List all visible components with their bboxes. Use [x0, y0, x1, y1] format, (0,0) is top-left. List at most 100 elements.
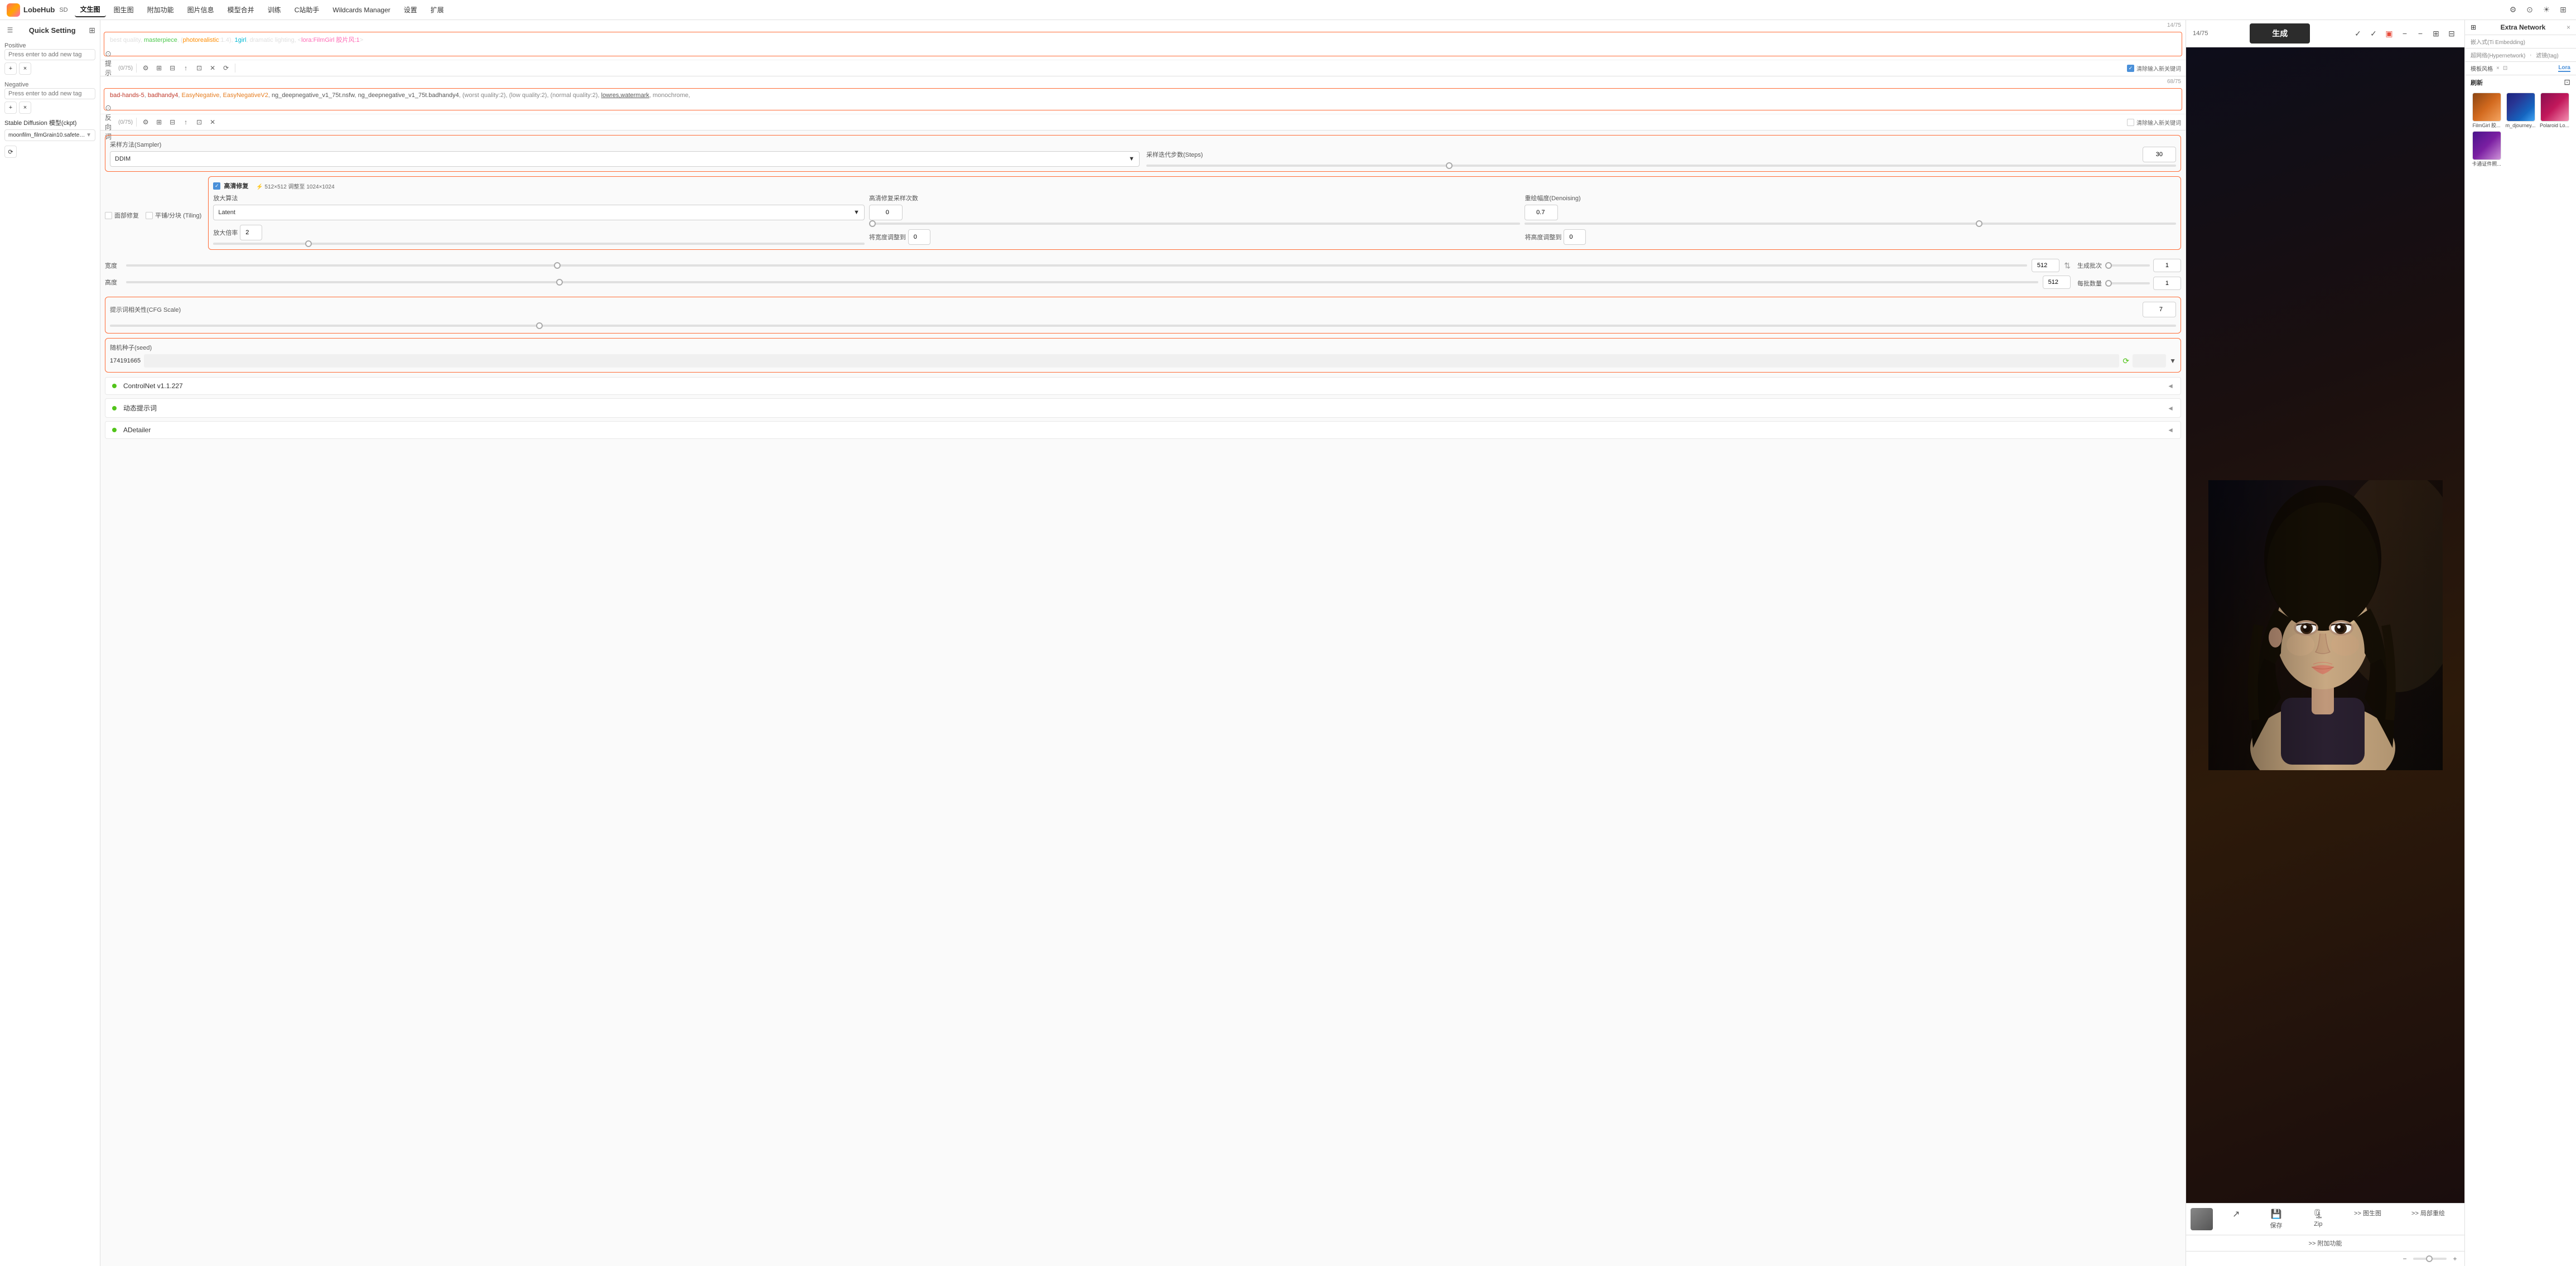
toolbar-icon-6[interactable]: ✕ — [207, 62, 218, 74]
toolbar-icon-5[interactable]: ⊡ — [194, 62, 205, 74]
toolbar-icon-2[interactable]: ⊞ — [153, 62, 165, 74]
action-save[interactable]: 💾 保存 — [2270, 1209, 2283, 1230]
negative-prompt-box[interactable]: bad-hands-5, badhandy4, EasyNegative, Ea… — [104, 88, 2182, 110]
thumbnail[interactable] — [2191, 1208, 2213, 1230]
refresh-icon[interactable]: ⊡ — [2564, 78, 2570, 87]
steps-input[interactable] — [2143, 147, 2176, 162]
pos-btn-2[interactable]: × — [19, 62, 31, 75]
gen-icon-4[interactable]: − — [2399, 27, 2411, 40]
extra-features-btn[interactable]: >> 附加功能 — [2309, 1239, 2342, 1248]
denoising-slider[interactable] — [1525, 223, 2176, 225]
hires-checkbox[interactable] — [213, 182, 220, 190]
nav-settings[interactable]: 设置 — [398, 3, 423, 17]
nav-text2img[interactable]: 文生图 — [75, 2, 106, 17]
scale-slider[interactable] — [213, 243, 865, 245]
neg-clear-input-btn[interactable]: 清除输入新关键词 — [2136, 118, 2181, 127]
model-select[interactable]: moonfilm_filmGrain10.safetens... ▼ — [4, 129, 95, 141]
action-inpaint[interactable]: >> 局部重绘 — [2411, 1209, 2445, 1230]
lora-item-2[interactable]: m_djourney... — [2505, 93, 2536, 129]
nav-merge[interactable]: 模型合并 — [222, 3, 260, 17]
model-refresh-btn[interactable]: ⟳ — [4, 146, 17, 158]
gen-icon-3[interactable]: ▣ — [2383, 27, 2395, 40]
generate-button[interactable]: 生成 — [2250, 23, 2310, 44]
zoom-in-btn[interactable]: + — [2450, 1254, 2460, 1264]
height-input[interactable] — [2043, 276, 2071, 289]
upscaler-select[interactable]: Latent ▼ — [213, 205, 865, 220]
cfg-slider[interactable] — [110, 325, 2176, 327]
en-close-btn[interactable]: × — [2567, 23, 2570, 31]
tag-tab[interactable]: 滤镜(tag) — [2536, 51, 2559, 59]
batch-size-input[interactable] — [2153, 277, 2181, 290]
adetailer-header[interactable]: ADetailer ◄ — [105, 422, 2181, 438]
neg-toolbar-icon-3[interactable]: ⊟ — [167, 117, 178, 128]
lora-item-3[interactable]: Polaroid Lo... — [2539, 93, 2570, 129]
nav-extra[interactable]: 附加功能 — [142, 3, 180, 17]
toolbar-icon-4[interactable]: ↑ — [180, 62, 191, 74]
nav-civitai[interactable]: C站助手 — [289, 3, 325, 17]
neg-toolbar-icon-2[interactable]: ⊞ — [153, 117, 165, 128]
filter-icon[interactable]: ⊡ — [2503, 65, 2507, 71]
height-slider[interactable] — [126, 281, 2038, 283]
lora-item-1[interactable]: FilmGirl 胶... — [2471, 93, 2502, 129]
denoising-input[interactable] — [1525, 205, 1558, 220]
gen-icon-7[interactable]: ⊟ — [2445, 27, 2458, 40]
positive-prompt-box[interactable]: best quality, masterpiece, (photorealist… — [104, 32, 2182, 56]
positive-tag-input[interactable] — [4, 49, 95, 60]
action-zip[interactable]: 🗜 Zip — [2313, 1209, 2324, 1230]
lora-item-4[interactable]: 卡通证件照... — [2471, 131, 2502, 167]
neg-toolbar-icon-6[interactable]: ✕ — [207, 117, 218, 128]
batch-size-slider[interactable] — [2105, 282, 2150, 284]
hires-steps-input[interactable] — [869, 205, 903, 220]
controlnet-header[interactable]: ControlNet v1.1.227 ◄ — [105, 378, 2181, 394]
nav-wildcards[interactable]: Wildcards Manager — [327, 4, 395, 16]
link-wh-icon[interactable]: ⇅ — [2064, 261, 2071, 270]
sidebar-toggle[interactable]: ☰ — [4, 25, 16, 36]
clear-input-btn[interactable]: 清除输入新关键词 — [2136, 64, 2181, 73]
hypernetwork-tab[interactable]: 超网络(Hypernetwork) — [2471, 51, 2525, 59]
toolbar-icon-1[interactable]: ⚙ — [140, 62, 151, 74]
height-adjust-input[interactable] — [1564, 229, 1586, 245]
steps-slider[interactable] — [1146, 165, 2176, 167]
width-slider[interactable] — [126, 264, 2027, 267]
settings-icon[interactable]: ⚙ — [2507, 4, 2519, 16]
width-adjust-input[interactable] — [908, 229, 930, 245]
gen-icon-5[interactable]: − — [2414, 27, 2427, 40]
embedding-tab[interactable]: 嵌入式(Ti Embedding) — [2471, 40, 2525, 46]
x-btn[interactable]: × — [2496, 65, 2500, 71]
github-icon[interactable]: ⊙ — [2524, 4, 2536, 16]
neg-toolbar-icon-4[interactable]: ↑ — [180, 117, 191, 128]
seed-random-icon[interactable]: ⟳ — [2122, 356, 2129, 366]
toolbar-icon-hint[interactable]: ⊙ 提示词 — [105, 62, 116, 74]
nav-train[interactable]: 训练 — [262, 3, 287, 17]
neg-btn-2[interactable]: × — [19, 102, 31, 114]
neg-btn-1[interactable]: + — [4, 102, 17, 114]
cfg-input[interactable] — [2143, 302, 2176, 317]
pos-btn-1[interactable]: + — [4, 62, 17, 75]
neg-toolbar-hint[interactable]: ⊙ 反向词 — [105, 117, 116, 128]
toolbar-icon-7[interactable]: ⟳ — [220, 62, 231, 74]
zoom-slider[interactable] — [2413, 1258, 2447, 1260]
scale-input[interactable] — [240, 225, 262, 240]
gen-icon-2[interactable]: ✓ — [2367, 27, 2380, 40]
hires-steps-slider[interactable] — [869, 223, 1521, 225]
seed-arrow[interactable]: ▼ — [2169, 357, 2176, 365]
face-restore-checkbox[interactable] — [105, 212, 112, 219]
width-input[interactable] — [2032, 259, 2059, 272]
action-share[interactable]: ↗ — [2232, 1209, 2240, 1230]
nav-img2img[interactable]: 图生图 — [108, 3, 139, 17]
config-icon[interactable]: ⊞ — [2557, 4, 2569, 16]
toolbar-icon-3[interactable]: ⊟ — [167, 62, 178, 74]
neg-toolbar-icon-1[interactable]: ⚙ — [140, 117, 151, 128]
dynamic-prompt-header[interactable]: 动态提示词 ◄ — [105, 399, 2181, 417]
negative-tag-input[interactable] — [4, 88, 95, 99]
neg-toolbar-icon-5[interactable]: ⊡ — [194, 117, 205, 128]
gen-icon-1[interactable]: ✓ — [2352, 27, 2364, 40]
gen-icon-6[interactable]: ⊞ — [2430, 27, 2442, 40]
theme-icon[interactable]: ☀ — [2540, 4, 2553, 16]
tiling-checkbox[interactable] — [146, 212, 153, 219]
zoom-out-btn[interactable]: − — [2400, 1254, 2410, 1264]
sidebar-action-icon[interactable]: ⊞ — [89, 26, 95, 35]
neg-prompt-checkbox[interactable] — [2127, 119, 2134, 126]
en-left-icon[interactable]: ⊞ — [2471, 23, 2479, 31]
batch-count-input[interactable] — [2153, 259, 2181, 272]
